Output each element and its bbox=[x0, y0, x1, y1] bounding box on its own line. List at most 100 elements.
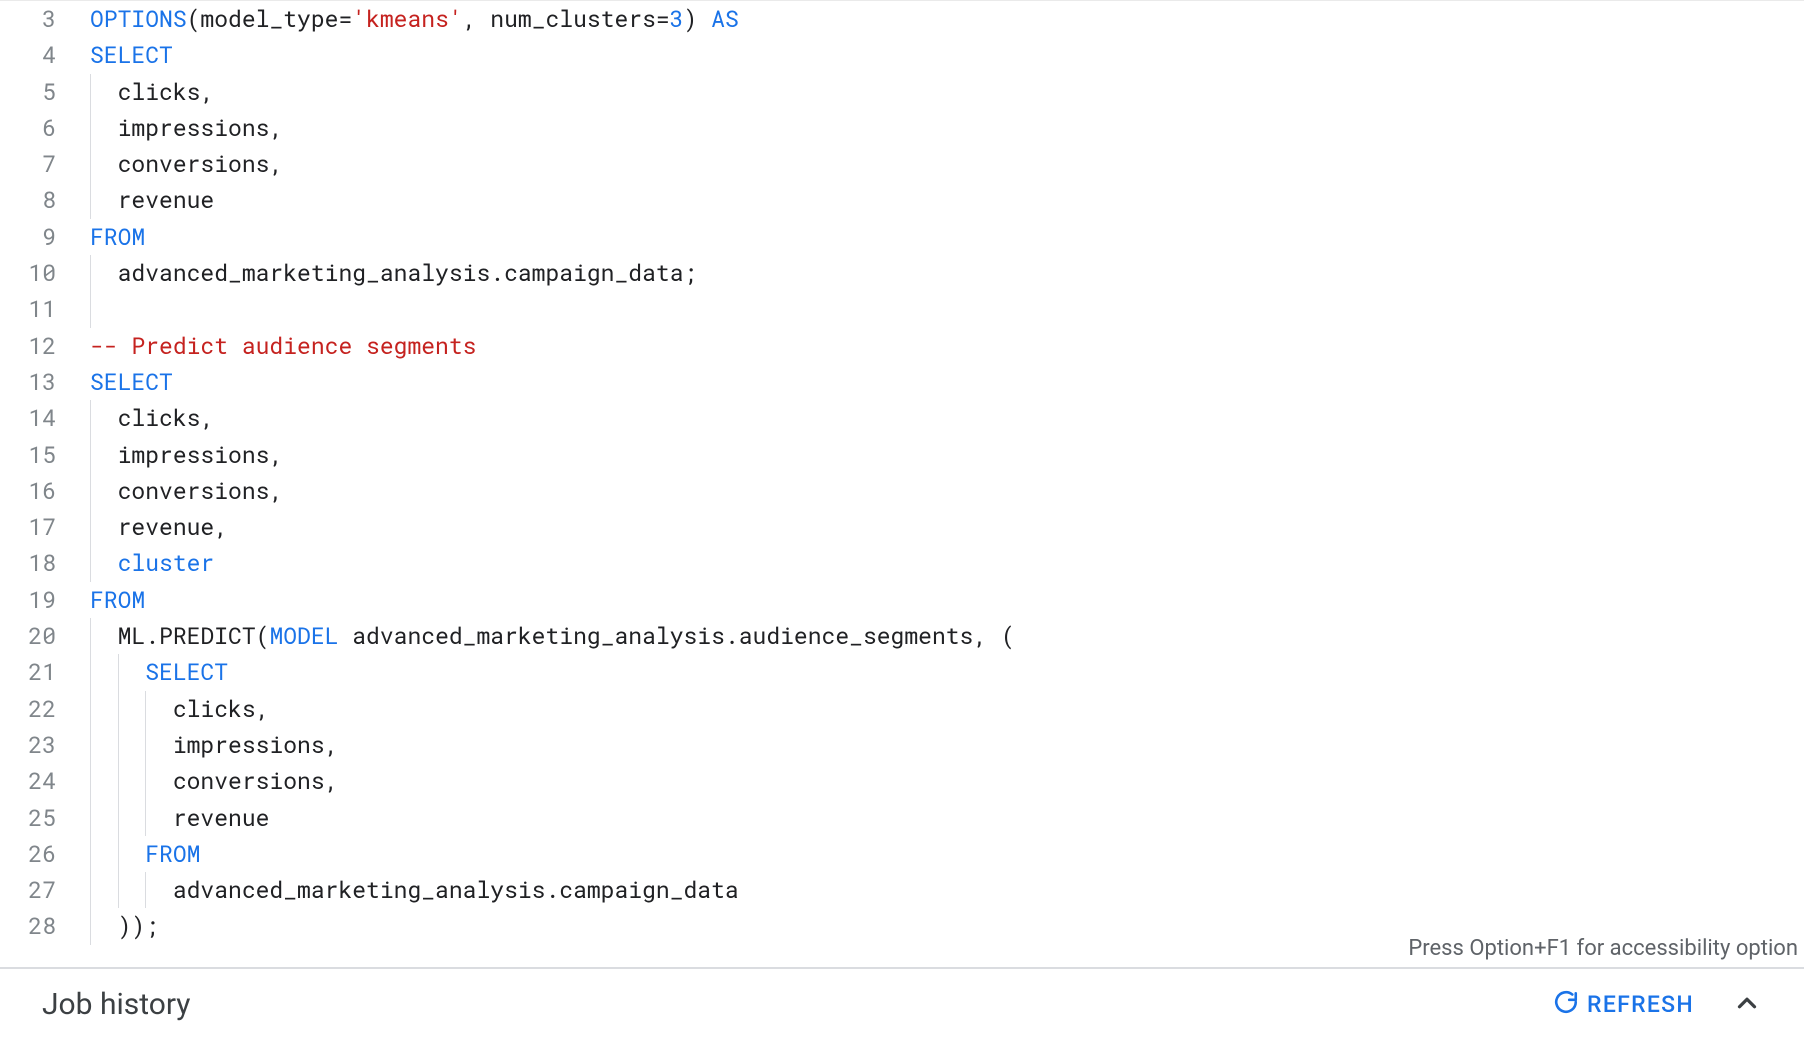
code-content[interactable]: revenue, bbox=[78, 509, 228, 545]
code-content[interactable]: revenue bbox=[78, 182, 214, 218]
indent-guide bbox=[118, 800, 119, 836]
code-line[interactable]: 7 conversions, bbox=[0, 146, 1804, 182]
code-line[interactable]: 25 revenue bbox=[0, 800, 1804, 836]
code-line[interactable]: 5 clicks, bbox=[0, 74, 1804, 110]
token-id: revenue, bbox=[90, 512, 228, 542]
indent-guide bbox=[90, 545, 91, 581]
token-id: ) bbox=[684, 4, 712, 34]
code-content[interactable]: conversions, bbox=[78, 146, 283, 182]
indent-guide bbox=[118, 763, 119, 799]
line-number: 5 bbox=[0, 74, 78, 110]
code-line[interactable]: 20 ML.PREDICT(MODEL advanced_marketing_a… bbox=[0, 618, 1804, 654]
code-line[interactable]: 10 advanced_marketing_analysis.campaign_… bbox=[0, 255, 1804, 291]
code-content[interactable]: revenue bbox=[78, 800, 269, 836]
indent-guide bbox=[90, 763, 91, 799]
token-kw: AS bbox=[711, 4, 739, 34]
indent-guide bbox=[90, 908, 91, 944]
code-line[interactable]: 23 impressions, bbox=[0, 727, 1804, 763]
code-line[interactable]: 27 advanced_marketing_analysis.campaign_… bbox=[0, 872, 1804, 908]
code-content[interactable]: ML.PREDICT(MODEL advanced_marketing_anal… bbox=[78, 618, 1015, 654]
code-content[interactable]: clicks, bbox=[78, 400, 214, 436]
line-number: 3 bbox=[0, 1, 78, 37]
code-content[interactable]: impressions, bbox=[78, 110, 283, 146]
token-kw: MODEL bbox=[269, 621, 338, 651]
job-history-title: Job history bbox=[42, 987, 191, 1022]
code-line[interactable]: 19FROM bbox=[0, 582, 1804, 618]
code-content[interactable]: impressions, bbox=[78, 727, 338, 763]
indent-guide bbox=[90, 473, 91, 509]
code-content[interactable]: SELECT bbox=[78, 654, 228, 690]
line-number: 13 bbox=[0, 364, 78, 400]
code-line[interactable]: 4SELECT bbox=[0, 37, 1804, 73]
indent-guide bbox=[118, 727, 119, 763]
token-id: conversions, bbox=[90, 476, 283, 506]
code-line[interactable]: 12-- Predict audience segments bbox=[0, 328, 1804, 364]
line-number: 11 bbox=[0, 291, 78, 327]
code-line[interactable]: 14 clicks, bbox=[0, 400, 1804, 436]
code-line[interactable]: 8 revenue bbox=[0, 182, 1804, 218]
token-id: impressions, bbox=[90, 730, 338, 760]
line-number: 21 bbox=[0, 654, 78, 690]
token-id: ML.PREDICT( bbox=[90, 621, 269, 651]
line-number: 7 bbox=[0, 146, 78, 182]
refresh-button[interactable]: REFRESH bbox=[1553, 989, 1694, 1021]
code-content[interactable]: conversions, bbox=[78, 473, 283, 509]
accessibility-hint: Press Option+F1 for accessibility option bbox=[1398, 930, 1804, 967]
token-id: conversions, bbox=[90, 766, 338, 796]
token-id: advanced_marketing_analysis.campaign_dat… bbox=[90, 258, 697, 288]
code-line[interactable]: 9FROM bbox=[0, 219, 1804, 255]
code-line[interactable]: 3OPTIONS(model_type='kmeans', num_cluste… bbox=[0, 1, 1804, 37]
indent-guide bbox=[118, 691, 119, 727]
code-content[interactable]: FROM bbox=[78, 219, 145, 255]
code-content[interactable]: -- Predict audience segments bbox=[78, 328, 476, 364]
indent-guide bbox=[90, 400, 91, 436]
token-id: revenue bbox=[90, 185, 214, 215]
code-line[interactable]: 6 impressions, bbox=[0, 110, 1804, 146]
line-number: 14 bbox=[0, 400, 78, 436]
indent-guide bbox=[90, 74, 91, 110]
code-line[interactable]: 26 FROM bbox=[0, 836, 1804, 872]
code-content[interactable]: advanced_marketing_analysis.campaign_dat… bbox=[78, 872, 739, 908]
line-number: 20 bbox=[0, 618, 78, 654]
indent-guide bbox=[145, 800, 146, 836]
token-kw: SELECT bbox=[145, 657, 228, 687]
code-line[interactable]: 16 conversions, bbox=[0, 473, 1804, 509]
code-line[interactable]: 18 cluster bbox=[0, 545, 1804, 581]
indent-guide bbox=[90, 437, 91, 473]
line-number: 9 bbox=[0, 219, 78, 255]
code-line[interactable]: 17 revenue, bbox=[0, 509, 1804, 545]
indent-guide bbox=[90, 146, 91, 182]
line-number: 15 bbox=[0, 437, 78, 473]
code-line[interactable]: 15 impressions, bbox=[0, 437, 1804, 473]
indent-guide bbox=[145, 727, 146, 763]
indent-guide bbox=[90, 872, 91, 908]
refresh-label: REFRESH bbox=[1587, 991, 1694, 1018]
code-line[interactable]: 22 clicks, bbox=[0, 691, 1804, 727]
indent-guide bbox=[90, 110, 91, 146]
code-content[interactable]: SELECT bbox=[78, 37, 173, 73]
code-content[interactable]: conversions, bbox=[78, 763, 338, 799]
code-line[interactable]: 11 bbox=[0, 291, 1804, 327]
indent-guide bbox=[90, 654, 91, 690]
code-editor[interactable]: 3OPTIONS(model_type='kmeans', num_cluste… bbox=[0, 0, 1804, 968]
line-number: 22 bbox=[0, 691, 78, 727]
code-line[interactable]: 24 conversions, bbox=[0, 763, 1804, 799]
code-content[interactable]: OPTIONS(model_type='kmeans', num_cluster… bbox=[78, 1, 739, 37]
code-content[interactable]: impressions, bbox=[78, 437, 283, 473]
code-line[interactable]: 13SELECT bbox=[0, 364, 1804, 400]
code-content[interactable]: clicks, bbox=[78, 691, 269, 727]
code-content[interactable]: )); bbox=[78, 908, 159, 944]
code-content[interactable]: FROM bbox=[78, 836, 200, 872]
code-content[interactable]: advanced_marketing_analysis.campaign_dat… bbox=[78, 255, 697, 291]
token-id bbox=[90, 548, 118, 578]
line-number: 12 bbox=[0, 328, 78, 364]
code-content[interactable]: clicks, bbox=[78, 74, 214, 110]
indent-guide bbox=[90, 291, 91, 327]
expand-collapse-button[interactable] bbox=[1732, 988, 1762, 1022]
code-line[interactable]: 21 SELECT bbox=[0, 654, 1804, 690]
code-content[interactable]: cluster bbox=[78, 545, 214, 581]
code-content[interactable]: FROM bbox=[78, 582, 145, 618]
indent-guide bbox=[145, 763, 146, 799]
code-content[interactable]: SELECT bbox=[78, 364, 173, 400]
token-id: impressions, bbox=[90, 440, 283, 470]
